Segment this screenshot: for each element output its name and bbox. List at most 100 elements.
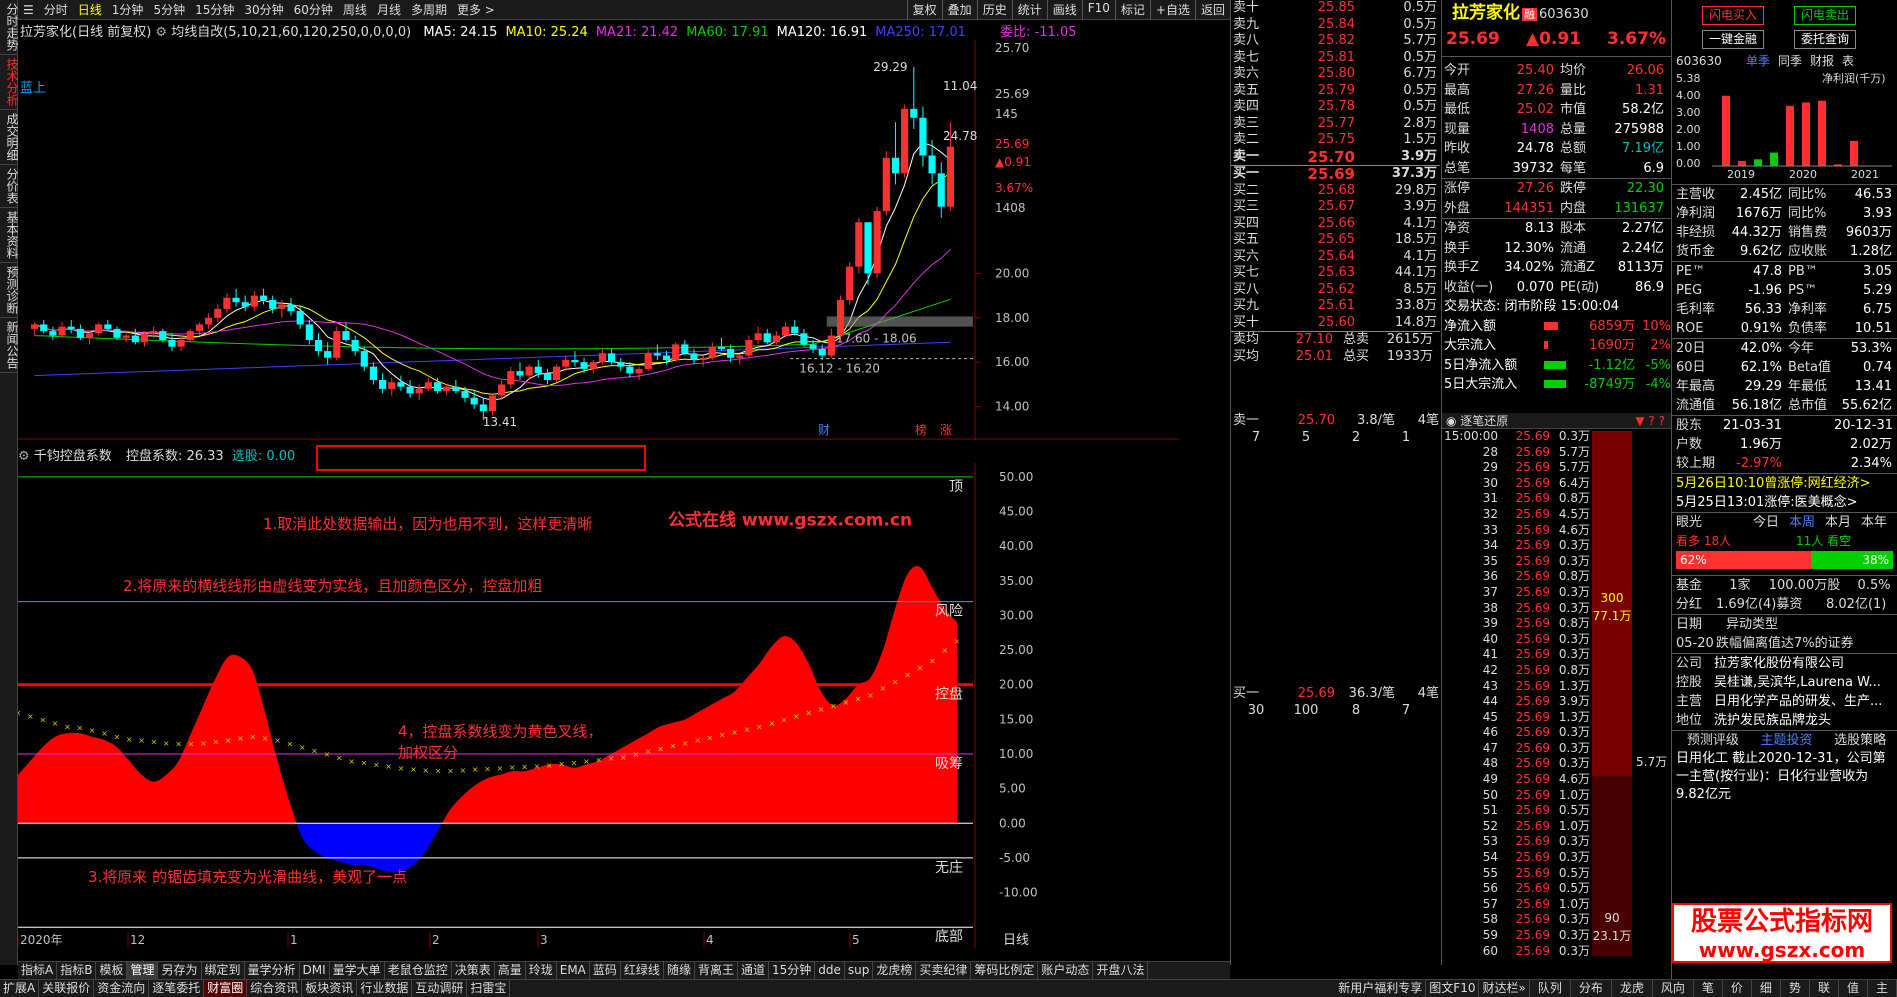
left-tab-6[interactable]: 新闻公告 <box>0 318 19 373</box>
right-tab-10[interactable]: 主 <box>1868 980 1897 997</box>
indicator-btn-13[interactable]: EMA <box>557 962 590 979</box>
info-right-btn-0[interactable]: 新用户福利专享 <box>1335 980 1427 997</box>
indicator-btn-15[interactable]: 红绿线 <box>621 962 664 979</box>
period-tab-10[interactable]: 更多 > <box>457 1 495 18</box>
book-row[interactable]: 卖八 25.82 5.7万 <box>1231 33 1440 50</box>
period-tab-1[interactable]: 日线 <box>78 1 102 18</box>
right-tab-7[interactable]: 势 <box>1781 980 1810 997</box>
book-row[interactable]: 卖九 25.84 0.5万 <box>1231 17 1440 34</box>
info-btn-6[interactable]: 板块资讯 <box>302 980 358 997</box>
indicator-btn-21[interactable]: sup <box>845 962 874 979</box>
info-btn-7[interactable]: 行业数据 <box>357 980 413 997</box>
book-row[interactable]: 卖四 25.78 0.5万 <box>1231 99 1440 116</box>
indicator-btn-18[interactable]: 通道 <box>738 962 769 979</box>
indicator-btn-0[interactable]: 指标A <box>18 962 58 979</box>
right-tab-6[interactable]: 细 <box>1752 980 1781 997</box>
indicator-btn-3[interactable]: 管理 <box>127 962 159 979</box>
book-row[interactable]: 买六 25.64 4.1万 <box>1231 249 1440 266</box>
left-tab-5[interactable]: 预测诊断 <box>0 263 19 318</box>
order-query-button[interactable]: 委托查询 <box>1794 30 1857 49</box>
book-row[interactable]: 买九 25.61 33.8万 <box>1231 298 1440 315</box>
book-row[interactable]: 卖五 25.79 0.5万 <box>1231 83 1440 100</box>
indicator-btn-1[interactable]: 指标B <box>57 962 97 979</box>
top-action-8[interactable]: 返回 <box>1194 0 1230 20</box>
indicator-btn-8[interactable]: 量学大单 <box>330 962 385 979</box>
indicator-name[interactable]: 均线自改 <box>171 25 223 40</box>
indicator-btn-22[interactable]: 龙虎榜 <box>873 962 917 979</box>
info-btn-0[interactable]: 扩展A <box>0 980 40 997</box>
period-tab-7[interactable]: 周线 <box>343 1 367 18</box>
period-tab-4[interactable]: 15分钟 <box>195 1 234 18</box>
period-tab-9[interactable]: 多周期 <box>411 1 447 18</box>
indicator-btn-9[interactable]: 老鼠仓监控 <box>385 962 452 979</box>
book-row[interactable]: 卖七 25.81 0.5万 <box>1231 50 1440 67</box>
right-tab-9[interactable]: 值 <box>1839 980 1868 997</box>
book-row[interactable]: 卖六 25.80 6.7万 <box>1231 66 1440 83</box>
top-action-6[interactable]: 标记 <box>1114 0 1150 20</box>
right-tab-1[interactable]: 分布 <box>1571 980 1612 997</box>
indicator-btn-24[interactable]: 筹码比例定 <box>971 962 1039 979</box>
period-tab-8[interactable]: 月线 <box>377 1 401 18</box>
indicator-btn-25[interactable]: 账户动态 <box>1038 962 1094 979</box>
info-right-btn-2[interactable]: 财达栏» <box>1479 980 1530 997</box>
one-click-finance-button[interactable]: 一键金融 <box>1702 30 1765 49</box>
eyes-tab-2[interactable]: 本月 <box>1825 513 1851 532</box>
indicator-chart[interactable]: 50.0045.0040.0035.0030.0025.0020.0015.00… <box>18 463 1180 948</box>
eyes-tab-1[interactable]: 本周 <box>1789 513 1815 532</box>
finance-tab-1[interactable]: 同季 <box>1778 52 1802 70</box>
info-btn-1[interactable]: 关联报价 <box>39 980 95 997</box>
right-tab-2[interactable]: 龙虎 <box>1612 980 1653 997</box>
right-tab-4[interactable]: 笔 <box>1694 980 1723 997</box>
indicator-btn-10[interactable]: 决策表 <box>452 962 495 979</box>
top-action-5[interactable]: F10 <box>1081 0 1115 20</box>
right-tab-5[interactable]: 价 <box>1723 980 1752 997</box>
indicator-btn-23[interactable]: 买卖纪律 <box>916 962 972 979</box>
indicator-btn-19[interactable]: 15分钟 <box>769 962 816 979</box>
indicator-btn-20[interactable]: dde <box>815 962 845 979</box>
period-tab-2[interactable]: 1分钟 <box>112 1 144 18</box>
predict-tab-1[interactable]: 主题投资 <box>1760 731 1812 750</box>
left-tab-3[interactable]: 分价表 <box>0 165 19 208</box>
predict-tab-2[interactable]: 选股策略 <box>1834 731 1886 750</box>
news-2[interactable]: 5月25日13:01涨停:医美概念> <box>1672 493 1897 512</box>
tick-list[interactable]: ◉ 逐笔还原 ▼ ? ? 15:00:00 25.69 0.3万 28 25.69 5.7万 2… <box>1441 413 1671 965</box>
indicator-btn-12[interactable]: 玲珑 <box>526 962 557 979</box>
left-tab-4[interactable]: 基本资料 <box>0 208 19 263</box>
indicator-btn-4[interactable]: 另存为 <box>158 962 202 979</box>
book-row[interactable]: 买十 25.60 14.8万 <box>1231 315 1440 332</box>
book-row[interactable]: 买七 25.63 44.1万 <box>1231 265 1440 282</box>
info-btn-4[interactable]: 财富圈 <box>204 980 248 997</box>
book-row[interactable]: 买一 25.69 37.3万 <box>1231 166 1440 183</box>
book-row[interactable]: 卖十 25.85 0.5万 <box>1231 0 1440 17</box>
book-row[interactable]: 卖二 25.75 1.5万 <box>1231 132 1440 149</box>
info-btn-3[interactable]: 逐笔委托 <box>149 980 205 997</box>
info-btn-5[interactable]: 综合资讯 <box>247 980 303 997</box>
period-tab-6[interactable]: 60分钟 <box>294 1 333 18</box>
book-row[interactable]: 买五 25.65 18.5万 <box>1231 232 1440 249</box>
top-action-0[interactable]: 复权 <box>906 0 942 20</box>
tick-title[interactable]: 逐笔还原 <box>1460 414 1508 428</box>
indicator-btn-26[interactable]: 开盘八法 <box>1093 962 1149 979</box>
book-row[interactable]: 买二 25.68 29.8万 <box>1231 183 1440 200</box>
book-row[interactable]: 买四 25.66 4.1万 <box>1231 216 1440 233</box>
book-row[interactable]: 卖三 25.77 2.8万 <box>1231 116 1440 133</box>
finance-tab-2[interactable]: 财报 <box>1810 52 1834 70</box>
indicator-btn-2[interactable]: 模板 <box>96 962 128 979</box>
indicator-title-name[interactable]: 千钧控盘系数 <box>34 449 112 464</box>
info-right-btn-1[interactable]: 图文F10 <box>1426 980 1480 997</box>
top-action-2[interactable]: 历史 <box>976 0 1012 20</box>
book-row[interactable]: 买三 25.67 3.9万 <box>1231 199 1440 216</box>
indicator-btn-16[interactable]: 随缘 <box>664 962 695 979</box>
flash-buy-button[interactable]: 闪电买入 <box>1702 6 1765 25</box>
right-tab-0[interactable]: 队列 <box>1530 980 1571 997</box>
left-tab-2[interactable]: 成交明细 <box>0 110 19 165</box>
info-btn-9[interactable]: 扫雷宝 <box>467 980 511 997</box>
finance-tab-3[interactable]: 表 <box>1842 52 1854 70</box>
menu-icon[interactable]: ☰ <box>23 3 34 17</box>
eyes-tab-3[interactable]: 本年 <box>1861 513 1887 532</box>
eyes-tab-0[interactable]: 今日 <box>1753 513 1779 532</box>
right-tab-8[interactable]: 联 <box>1810 980 1839 997</box>
gear-icon[interactable]: ⚙ <box>155 25 171 40</box>
stock-name[interactable]: 拉芳家化 <box>1452 3 1520 23</box>
indicator-btn-6[interactable]: 量学分析 <box>245 962 300 979</box>
